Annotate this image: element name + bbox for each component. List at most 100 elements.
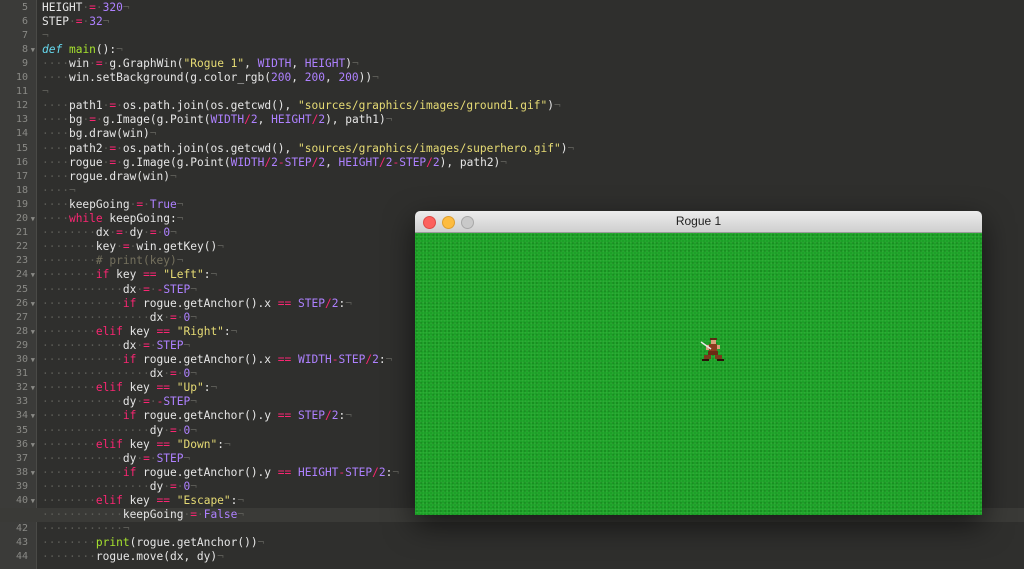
code-line[interactable]: ············¬ <box>42 522 130 536</box>
code-line[interactable]: ············if rogue.getAnchor().x == ST… <box>42 297 352 311</box>
code-token: g.Image(g.Point( <box>102 113 211 127</box>
code-token: STEP <box>338 353 366 366</box>
code-line[interactable]: ············dx·=·-STEP¬ <box>42 283 197 297</box>
code-line[interactable]: ········# print(key)¬ <box>42 254 183 268</box>
window-titlebar[interactable]: Rogue 1 <box>415 211 982 233</box>
code-token: ¬ <box>190 367 198 381</box>
code-token: · <box>196 508 204 522</box>
code-token: · <box>95 0 103 14</box>
code-token: ···· <box>42 71 69 84</box>
code-token: (): <box>95 42 117 56</box>
code-line[interactable]: ········if key == "Left":¬ <box>42 268 217 282</box>
code-token: 2 <box>250 113 258 127</box>
fold-arrow-icon[interactable]: ▼ <box>31 494 35 508</box>
code-line[interactable]: ············if rogue.getAnchor().x == WI… <box>42 353 392 367</box>
code-token: win.setBackground(g.color_rgb( <box>68 71 272 84</box>
code-line[interactable]: ····¬ <box>42 184 76 198</box>
fold-arrow-icon[interactable]: ▼ <box>31 353 35 367</box>
code-line[interactable]: ····keepGoing·=·True¬ <box>42 198 184 212</box>
game-canvas[interactable] <box>415 233 982 515</box>
code-line[interactable]: ············dy·=·STEP¬ <box>42 452 190 466</box>
code-token: , <box>244 56 258 70</box>
code-token: key <box>122 381 157 395</box>
code-token: ············ <box>42 465 123 479</box>
fold-arrow-icon[interactable]: ▼ <box>31 297 35 311</box>
code-token: = <box>143 282 150 296</box>
code-token: 2 <box>271 155 278 169</box>
code-line[interactable]: ················dy·=·0¬ <box>42 424 197 438</box>
code-line[interactable]: HEIGHT·=·320¬ <box>42 1 130 15</box>
code-token: , <box>291 56 305 70</box>
code-token: key <box>122 494 157 507</box>
code-line[interactable]: ····win.setBackground(g.color_rgb(200, 2… <box>42 71 379 85</box>
code-token: ········ <box>42 226 96 240</box>
code-line[interactable]: ················dx·=·0¬ <box>42 311 197 325</box>
line-number: 12 <box>15 100 28 112</box>
code-line[interactable]: ················dy·=·0¬ <box>42 480 197 494</box>
code-line[interactable]: ····bg.draw(win)¬ <box>42 127 157 141</box>
code-token: keepGoing: <box>102 212 177 225</box>
code-token: - <box>277 155 285 169</box>
code-line[interactable]: ····rogue·=·g.Image(g.Point(WIDTH/2-STEP… <box>42 156 507 170</box>
code-line[interactable]: ¬ <box>42 85 49 99</box>
code-token: ···· <box>42 212 69 225</box>
code-line[interactable]: ····bg·=·g.Image(g.Point(WIDTH/2, HEIGHT… <box>42 113 392 127</box>
code-token: = <box>170 310 177 324</box>
fold-arrow-icon[interactable]: ▼ <box>31 325 35 339</box>
code-line[interactable]: ····path2·=·os.path.join(os.getcwd(), "s… <box>42 142 574 156</box>
code-token: dx <box>122 282 137 296</box>
code-token: / <box>244 113 251 127</box>
line-number: 26 <box>15 297 28 309</box>
code-line[interactable]: ¬ <box>42 29 49 43</box>
code-token: ¬ <box>149 127 157 141</box>
line-number: 31 <box>15 368 28 380</box>
code-line[interactable]: ············if rogue.getAnchor().y == HE… <box>42 466 399 480</box>
code-line[interactable]: STEP·=·32¬ <box>42 15 109 29</box>
fold-arrow-icon[interactable]: ▼ <box>31 212 35 226</box>
code-line[interactable]: ····while keepGoing:¬ <box>42 212 183 226</box>
code-line[interactable]: ········rogue.move(dx, dy)¬ <box>42 550 224 564</box>
fold-arrow-icon[interactable]: ▼ <box>31 268 35 282</box>
code-token: True <box>149 197 177 211</box>
code-token: win <box>68 56 90 70</box>
code-line[interactable]: ········print(rogue.getAnchor())¬ <box>42 536 264 550</box>
code-line[interactable]: ············dy·=·-STEP¬ <box>42 395 197 409</box>
code-token: rogue.getAnchor().x <box>136 296 278 310</box>
code-token: = <box>190 508 197 522</box>
code-line[interactable]: ····path1·=·os.path.join(os.getcwd(), "s… <box>42 99 561 113</box>
code-line[interactable]: ········key·=·win.getKey()¬ <box>42 240 224 254</box>
code-line[interactable]: ········elif key == "Right":¬ <box>42 325 237 339</box>
code-token: key <box>95 240 117 254</box>
code-line[interactable]: ················dx·=·0¬ <box>42 367 197 381</box>
code-line[interactable]: ············if rogue.getAnchor().y == ST… <box>42 409 352 423</box>
code-line[interactable]: ····win·=·g.GraphWin("Rogue 1", WIDTH, H… <box>42 57 359 71</box>
fold-arrow-icon[interactable]: ▼ <box>31 43 35 57</box>
code-line[interactable]: ············dx·=·STEP¬ <box>42 339 190 353</box>
code-token: ············ <box>42 409 123 423</box>
fold-arrow-icon[interactable]: ▼ <box>31 409 35 423</box>
line-number: 33 <box>15 396 28 408</box>
superhero-sprite-icon <box>700 338 724 361</box>
code-line[interactable]: ········elif key == "Escape":¬ <box>42 494 244 508</box>
code-line[interactable]: ········elif key == "Up":¬ <box>42 381 217 395</box>
code-line[interactable]: ····rogue.draw(win)¬ <box>42 170 177 184</box>
fold-arrow-icon[interactable]: ▼ <box>31 438 35 452</box>
code-token: rogue.getAnchor().y <box>136 465 278 479</box>
code-token: ············ <box>42 296 123 310</box>
line-number: 29 <box>15 339 28 351</box>
code-token: · <box>149 451 157 465</box>
code-token: rogue.draw(win) <box>68 169 170 183</box>
code-token: path1 <box>68 99 103 113</box>
code-line[interactable]: def main():¬ <box>42 43 123 57</box>
game-window[interactable]: Rogue 1 <box>415 211 982 515</box>
fold-arrow-icon[interactable]: ▼ <box>31 466 35 480</box>
line-number: 38 <box>15 466 28 478</box>
fold-arrow-icon[interactable]: ▼ <box>31 381 35 395</box>
code-token: ················ <box>42 423 150 437</box>
line-number: 18 <box>15 184 28 196</box>
code-line[interactable]: ········elif key == "Down":¬ <box>42 438 231 452</box>
code-line[interactable]: ········dx·=·dy·=·0¬ <box>42 226 177 240</box>
code-token: rogue <box>68 155 103 169</box>
code-token: : <box>217 437 224 451</box>
